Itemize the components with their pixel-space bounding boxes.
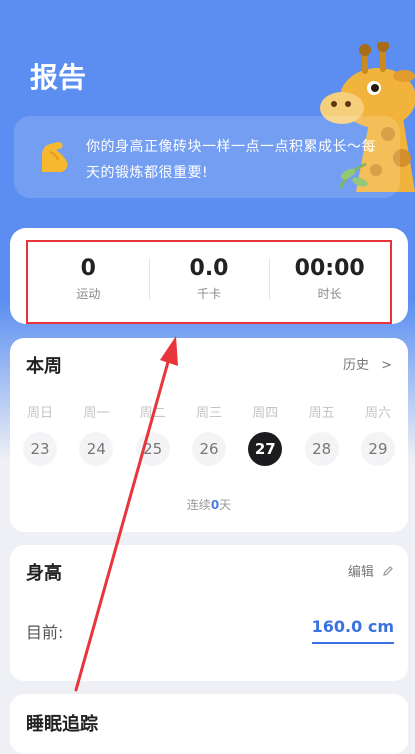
edit-button[interactable]: 编辑 <box>348 561 394 580</box>
stat-label: 千卡 <box>197 287 222 301</box>
day-date: 25 <box>135 432 170 466</box>
stat-value: 0 <box>80 256 96 281</box>
day-saturday[interactable]: 周六 29 <box>358 402 398 466</box>
day-date: 26 <box>191 432 226 466</box>
day-name: 周六 <box>364 406 391 421</box>
pencil-icon <box>383 566 393 576</box>
page-title: 报告 <box>30 61 87 94</box>
history-link[interactable]: 历史 > <box>343 354 392 373</box>
day-name: 周五 <box>308 406 335 421</box>
streak-suffix: 天 <box>219 498 232 512</box>
day-date: 24 <box>79 432 114 466</box>
streak-prefix: 连续 <box>186 498 211 512</box>
chevron-right-icon: > <box>381 358 392 373</box>
current-height-value[interactable]: 160.0 cm <box>311 617 394 644</box>
stat-duration: 00:00 时长 <box>269 242 390 322</box>
day-date: 23 <box>23 432 57 466</box>
day-date: 28 <box>304 432 339 466</box>
stat-value: 0.0 <box>189 256 229 281</box>
stat-calories: 0.0 千卡 <box>148 242 270 322</box>
day-sunday[interactable]: 周日 23 <box>20 402 60 466</box>
streak-text: 连续0天 <box>10 496 408 513</box>
stats-highlight-box: 0 运动 0.0 千卡 00:00 时长 <box>26 240 392 324</box>
stat-value: 00:00 <box>294 256 365 281</box>
edit-label: 编辑 <box>347 565 374 580</box>
day-friday[interactable]: 周五 28 <box>302 402 342 466</box>
motivation-banner: 你的身高正像砖块一样一点一点积累成长～每天的锻炼都很重要! <box>14 116 400 198</box>
week-card: 本周 历史 > 周日 23 周一 24 周二 25 周三 26 周四 27 周五… <box>10 338 408 532</box>
history-label: 历史 <box>342 358 369 373</box>
day-monday[interactable]: 周一 24 <box>76 402 116 466</box>
week-days: 周日 23 周一 24 周二 25 周三 26 周四 27 周五 28 周六 2… <box>20 402 398 466</box>
stat-label: 运动 <box>76 287 101 301</box>
day-thursday-selected[interactable]: 周四 27 <box>245 402 285 466</box>
sleep-card: 睡眠追踪 <box>10 694 408 754</box>
day-name: 周二 <box>139 406 166 421</box>
streak-count: 0 <box>210 498 220 512</box>
day-name: 周一 <box>83 406 110 421</box>
day-name: 周日 <box>26 406 53 421</box>
stats-card: 0 运动 0.0 千卡 00:00 时长 <box>10 228 408 324</box>
day-name: 周四 <box>252 406 279 421</box>
day-wednesday[interactable]: 周三 26 <box>189 402 229 466</box>
day-date-selected: 27 <box>248 432 283 466</box>
sleep-title: 睡眠追踪 <box>26 714 98 735</box>
stat-label: 时长 <box>317 287 342 301</box>
flexed-biceps-icon <box>42 142 68 172</box>
height-card: 身高 编辑 目前: 160.0 cm <box>10 545 408 681</box>
day-tuesday[interactable]: 周二 25 <box>133 402 173 466</box>
day-name: 周三 <box>195 406 222 421</box>
current-height-label: 目前: <box>26 623 64 642</box>
day-date: 29 <box>360 432 395 466</box>
week-title: 本周 <box>26 356 62 377</box>
stat-exercise: 0 运动 <box>28 242 149 322</box>
height-title: 身高 <box>26 563 62 584</box>
motivation-text: 你的身高正像砖块一样一点一点积累成长～每天的锻炼都很重要! <box>86 139 376 181</box>
